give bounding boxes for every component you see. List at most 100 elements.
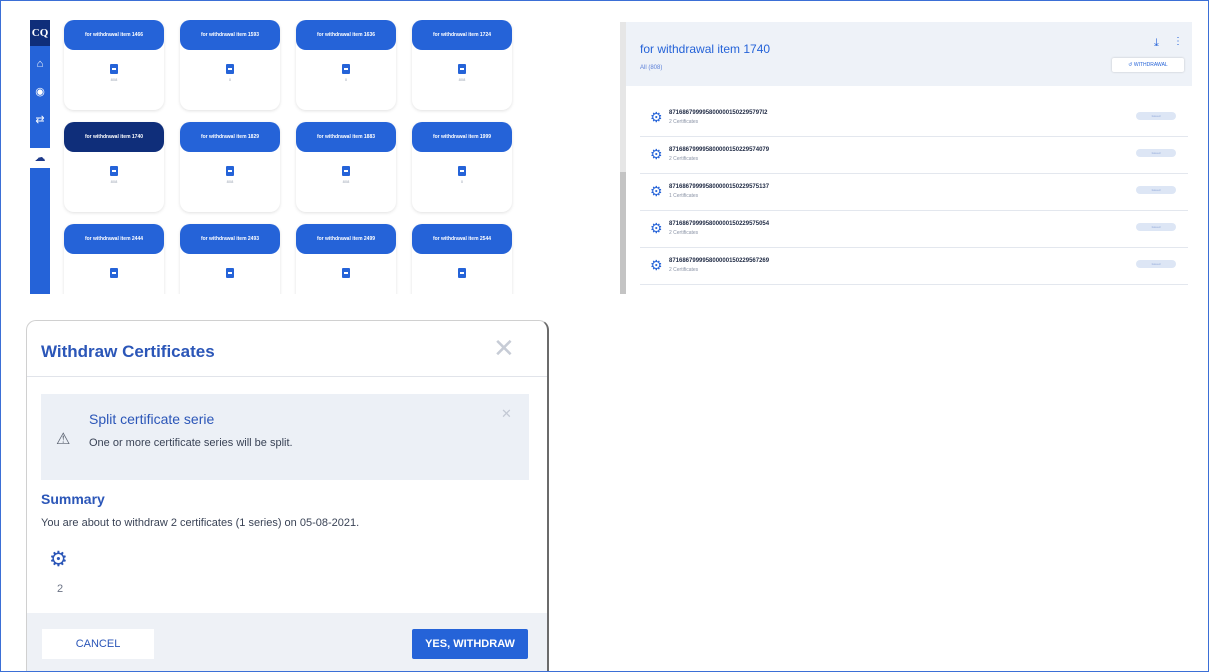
card-count: 808 (458, 77, 466, 82)
withdrawal-item-card[interactable]: for withdrawal item 1593 0 (180, 20, 280, 110)
certificate-id: 871686799995800000150229575137 (669, 184, 770, 190)
gear-icon: ⚙ (650, 109, 663, 125)
alert-close-icon[interactable]: ✕ (501, 406, 512, 422)
withdrawal-item-card[interactable]: for withdrawal item 1829 808 (180, 122, 280, 212)
document-icon (226, 64, 234, 74)
undo-icon: ↺ (1128, 62, 1133, 68)
certificate-count: 1 Certificates (669, 193, 699, 199)
list-panel: for withdrawal item 1740 All (808) ⤓ ⋮ ↺… (620, 22, 1192, 294)
card-count: 0 (228, 77, 232, 82)
document-icon (226, 166, 234, 176)
document-icon (226, 268, 234, 278)
card-title: for withdrawal item 2444 (64, 224, 164, 254)
card-title: for withdrawal item 1999 (412, 122, 512, 152)
status-badge: Issued (1136, 223, 1176, 231)
status-badge: Issued (1136, 186, 1176, 194)
filter-all-link[interactable]: All (808) (640, 65, 662, 71)
list-item[interactable]: ⚙ 8716867999958000001502295797I2 2 Certifi… (640, 100, 1188, 137)
dialog-footer: CANCEL YES, WITHDRAW (27, 613, 547, 671)
document-icon (110, 268, 118, 278)
withdrawal-item-card[interactable]: for withdrawal item 2499 (296, 224, 396, 294)
more-vertical-icon[interactable]: ⋮ (1173, 36, 1183, 48)
withdrawal-item-card[interactable]: for withdrawal item 2493 (180, 224, 280, 294)
certificate-gear-icon: ⚙ (49, 548, 68, 571)
card-title: for withdrawal item 2544 (412, 224, 512, 254)
card-count: 808 (226, 179, 234, 184)
transfer-icon[interactable]: ⇄ (30, 110, 50, 130)
card-title: for withdrawal item 2493 (180, 224, 280, 254)
certificate-count: 2 Certificates (669, 119, 699, 125)
grid-panel: CQ ⌂ ◉ ⇄ ☁ for withdrawal item 1466 808 fo… (30, 20, 530, 294)
document-icon (342, 166, 350, 176)
withdrawal-item-card[interactable]: for withdrawal item 1724 808 (412, 20, 512, 110)
certificate-count: 2 Certificates (669, 156, 699, 162)
certificate-id: 871686799995800000150229567269 (669, 258, 770, 264)
document-icon (458, 268, 466, 278)
download-icon[interactable]: ⤓ (1154, 38, 1165, 49)
divider (27, 376, 547, 377)
document-icon (342, 268, 350, 278)
card-title: for withdrawal item 2499 (296, 224, 396, 254)
certificate-count: 2 Certificates (669, 230, 699, 236)
card-title: for withdrawal item 1883 (296, 122, 396, 152)
certificate-count: 2 (57, 583, 64, 595)
gear-icon: ⚙ (650, 146, 663, 162)
cancel-button[interactable]: CANCEL (42, 629, 154, 659)
side-nav: CQ ⌂ ◉ ⇄ ☁ (30, 20, 50, 294)
card-title: for withdrawal item 1593 (180, 20, 280, 50)
card-count: 808 (110, 179, 118, 184)
withdrawal-item-card[interactable]: for withdrawal item 1883 808 (296, 122, 396, 212)
withdrawal-button-label: WITHDRAWAL (1133, 62, 1168, 68)
document-icon (458, 64, 466, 74)
withdrawal-item-card[interactable]: for withdrawal item 2544 (412, 224, 512, 294)
certificate-icon[interactable]: ◉ (30, 82, 50, 102)
withdrawal-item-card[interactable]: for withdrawal item 1466 808 (64, 20, 164, 110)
withdraw-dialog: Withdraw Certificates ✕ ⚠ Split certific… (26, 320, 549, 671)
card-count: 808 (342, 179, 350, 184)
list-item[interactable]: ⚙ 871686799995800000150229575054 2 Certifi… (640, 211, 1188, 248)
close-icon[interactable]: ✕ (493, 335, 515, 361)
summary-text: You are about to withdraw 2 certificates… (41, 517, 360, 529)
alert-message: One or more certificate series will be s… (89, 437, 293, 449)
gear-icon: ⚙ (650, 220, 663, 236)
card-title: for withdrawal item 1740 (64, 122, 164, 152)
alert-title: Split certificate serie (89, 411, 215, 427)
cloud-icon[interactable]: ☁ (30, 148, 50, 168)
certificate-id: 871686799995800000150229575054 (669, 221, 770, 227)
status-badge: Issued (1136, 260, 1176, 268)
card-title: for withdrawal item 1829 (180, 122, 280, 152)
withdrawal-item-card[interactable]: for withdrawal item 2444 (64, 224, 164, 294)
list-item[interactable]: ⚙ 871686799995800000150229574079 2 Certifi… (640, 137, 1188, 174)
document-icon (110, 64, 118, 74)
status-badge: Issued (1136, 149, 1176, 157)
card-count: 0 (344, 77, 348, 82)
summary-title: Summary (41, 491, 105, 507)
document-icon (110, 166, 118, 176)
warning-icon: ⚠ (56, 431, 71, 448)
home-icon[interactable]: ⌂ (30, 54, 50, 74)
card-count: 808 (110, 77, 118, 82)
scrollbar-thumb[interactable] (620, 172, 626, 294)
certificate-id: 8716867999958000001502295797I2 (669, 110, 768, 116)
app-logo[interactable]: CQ (30, 20, 50, 46)
gear-icon: ⚙ (650, 183, 663, 199)
withdrawal-button[interactable]: ↺ WITHDRAWAL (1112, 58, 1184, 72)
list-item[interactable]: ⚙ 871686799995800000150229567269 2 Certifi… (640, 248, 1188, 285)
card-title: for withdrawal item 1466 (64, 20, 164, 50)
card-title: for withdrawal item 1724 (412, 20, 512, 50)
withdrawal-item-card[interactable]: for withdrawal item 1740 808 (64, 122, 164, 212)
certificate-count: 2 Certificates (669, 267, 699, 273)
card-title: for withdrawal item 1636 (296, 20, 396, 50)
status-badge: Issued (1136, 112, 1176, 120)
list-header: for withdrawal item 1740 All (808) ⤓ ⋮ ↺… (626, 22, 1192, 86)
withdrawal-item-card[interactable]: for withdrawal item 1999 0 (412, 122, 512, 212)
card-count: 0 (460, 179, 464, 184)
dialog-title: Withdraw Certificates (41, 342, 215, 361)
certificate-id: 871686799995800000150229574079 (669, 147, 770, 153)
list-item[interactable]: ⚙ 871686799995800000150229575137 1 Certifi… (640, 174, 1188, 211)
document-icon (458, 166, 466, 176)
list-title: for withdrawal item 1740 (640, 42, 771, 56)
withdrawal-item-card[interactable]: for withdrawal item 1636 0 (296, 20, 396, 110)
document-icon (342, 64, 350, 74)
yes-withdraw-button[interactable]: YES, WITHDRAW (412, 629, 528, 659)
